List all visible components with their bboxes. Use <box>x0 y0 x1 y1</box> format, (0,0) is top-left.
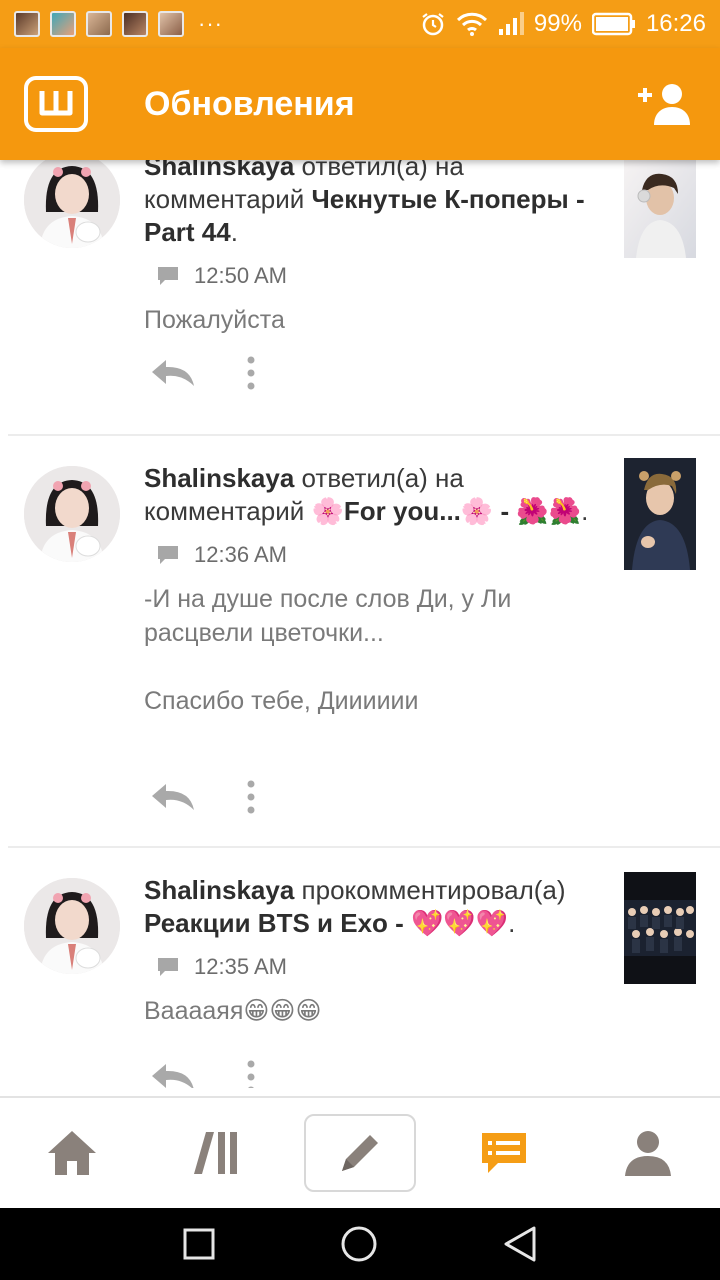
feed-headline: Shalinskaya ответил(а) на комментарий 🌸F… <box>144 463 589 526</box>
story-cover[interactable] <box>624 458 696 570</box>
reply-icon[interactable] <box>150 358 196 388</box>
notification-icons: ··· <box>14 11 223 37</box>
nav-write[interactable] <box>304 1114 416 1192</box>
clock: 16:26 <box>645 10 706 37</box>
back-triangle-icon[interactable] <box>502 1225 538 1263</box>
timestamp: 12:36 AM <box>194 542 287 567</box>
status-bar: ··· 99% 16:26 <box>0 0 720 48</box>
comment-bubble-icon <box>158 267 178 285</box>
more-options-icon[interactable] <box>246 780 256 814</box>
home-icon <box>48 1131 96 1175</box>
notification-photo-icon <box>14 11 40 37</box>
user-avatar[interactable] <box>24 466 120 562</box>
story-link[interactable]: 🌸For you...🌸 - 🌺🌺 <box>312 496 582 526</box>
nav-notifications[interactable] <box>448 1114 560 1192</box>
bottom-nav <box>0 1096 720 1208</box>
profile-icon <box>625 1131 671 1176</box>
feed-headline: Shalinskaya ответил(а) на комментарий Че… <box>144 160 606 249</box>
signal-icon <box>498 12 524 35</box>
nav-profile[interactable] <box>592 1114 704 1192</box>
timestamp: 12:50 AM <box>194 263 287 288</box>
more-options-icon[interactable] <box>246 356 256 390</box>
system-nav-bar <box>0 1208 720 1280</box>
comment-meta: 12:36 AM <box>156 542 606 568</box>
nav-home[interactable] <box>16 1114 128 1192</box>
notification-photo-icon <box>158 11 184 37</box>
notification-photo-icon <box>86 11 112 37</box>
comment-meta: 12:35 AM <box>156 954 606 980</box>
item-actions <box>150 780 256 814</box>
pencil-icon <box>342 1135 378 1171</box>
comment-text: -И на душе после слов Ди, у Ли расцвели … <box>144 585 512 715</box>
battery-icon <box>591 12 635 36</box>
feed-headline: Shalinskaya прокомментировал(а) Реакции … <box>144 875 566 938</box>
wattpad-logo-icon[interactable] <box>24 76 88 132</box>
feed-item[interactable]: Shalinskaya ответил(а) на комментарий Че… <box>0 160 720 437</box>
page-title: Обновления <box>144 84 355 123</box>
comment-bubble-icon <box>158 958 178 976</box>
username-link[interactable]: Shalinskaya <box>144 160 294 181</box>
add-user-button[interactable] <box>632 76 696 132</box>
reply-icon[interactable] <box>150 1062 196 1088</box>
feed-item[interactable]: Shalinskaya ответил(а) на комментарий 🌸F… <box>0 436 720 846</box>
more-notifications-icon: ··· <box>198 11 223 36</box>
user-avatar[interactable] <box>24 878 120 974</box>
comment-text: Вааааяя😁😁😁 <box>144 997 322 1025</box>
add-user-icon <box>638 84 690 125</box>
user-avatar[interactable] <box>24 160 120 248</box>
feed-item[interactable]: Shalinskaya прокомментировал(а) Реакции … <box>0 848 720 1088</box>
comment-meta: 12:50 AM <box>156 263 606 289</box>
username-link[interactable]: Shalinskaya <box>144 875 294 905</box>
wifi-icon <box>456 12 487 36</box>
notification-photo-icon <box>50 11 76 37</box>
item-actions <box>150 356 256 390</box>
comment-text: Пожалуйста <box>144 306 285 334</box>
app-bar: Обновления <box>0 48 720 160</box>
system-status: 99% 16:26 <box>420 10 706 38</box>
library-icon <box>194 1132 237 1174</box>
battery-percent: 99% <box>533 10 582 37</box>
username-link[interactable]: Shalinskaya <box>144 463 294 493</box>
notifications-icon <box>482 1133 526 1173</box>
updates-feed: Shalinskaya ответил(а) на комментарий Че… <box>0 160 720 1088</box>
home-circle-icon[interactable] <box>340 1225 378 1263</box>
story-cover[interactable] <box>624 160 696 258</box>
comment-bubble-icon <box>158 546 178 564</box>
more-options-icon[interactable] <box>246 1060 256 1088</box>
nav-library[interactable] <box>160 1114 272 1192</box>
recent-apps-icon[interactable] <box>182 1227 216 1261</box>
story-cover[interactable] <box>624 872 696 984</box>
notification-photo-icon <box>122 11 148 37</box>
reply-icon[interactable] <box>150 782 196 812</box>
timestamp: 12:35 AM <box>194 954 287 979</box>
alarm-icon <box>422 13 444 36</box>
item-actions <box>150 1060 256 1088</box>
story-link[interactable]: Реакции BTS и Exo - 💖💖💖 <box>144 908 508 938</box>
